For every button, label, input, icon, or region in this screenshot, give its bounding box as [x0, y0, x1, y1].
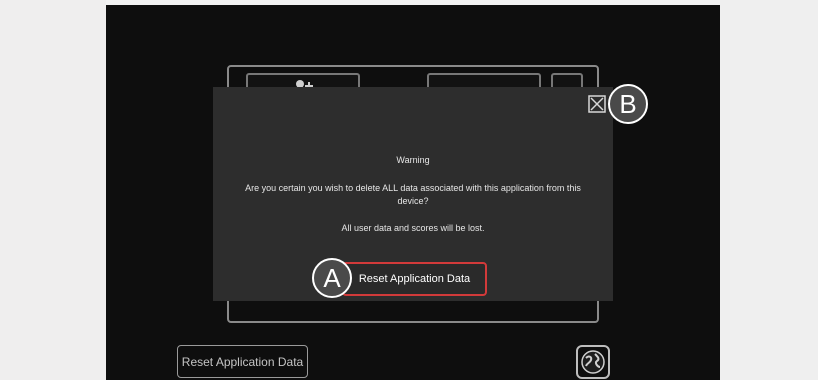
left-margin — [0, 0, 106, 380]
warning-dialog: Warning Are you certain you wish to dele… — [213, 87, 613, 301]
app-screen: Reset Application Data Warning Are you c… — [106, 5, 720, 380]
callout-b-label: B — [608, 84, 648, 124]
close-x-icon[interactable] — [588, 95, 606, 113]
background-reset-button[interactable]: Reset Application Data — [177, 345, 308, 378]
right-margin — [720, 0, 818, 380]
reset-application-data-button[interactable]: Reset Application Data — [342, 262, 487, 296]
language-button[interactable] — [576, 345, 610, 379]
dialog-note: All user data and scores will be lost. — [341, 223, 485, 233]
globe-icon — [581, 350, 605, 374]
dialog-title: Warning — [396, 155, 430, 165]
callout-a-label: A — [312, 258, 352, 298]
dialog-message: Are you certain you wish to delete ALL d… — [245, 183, 581, 206]
